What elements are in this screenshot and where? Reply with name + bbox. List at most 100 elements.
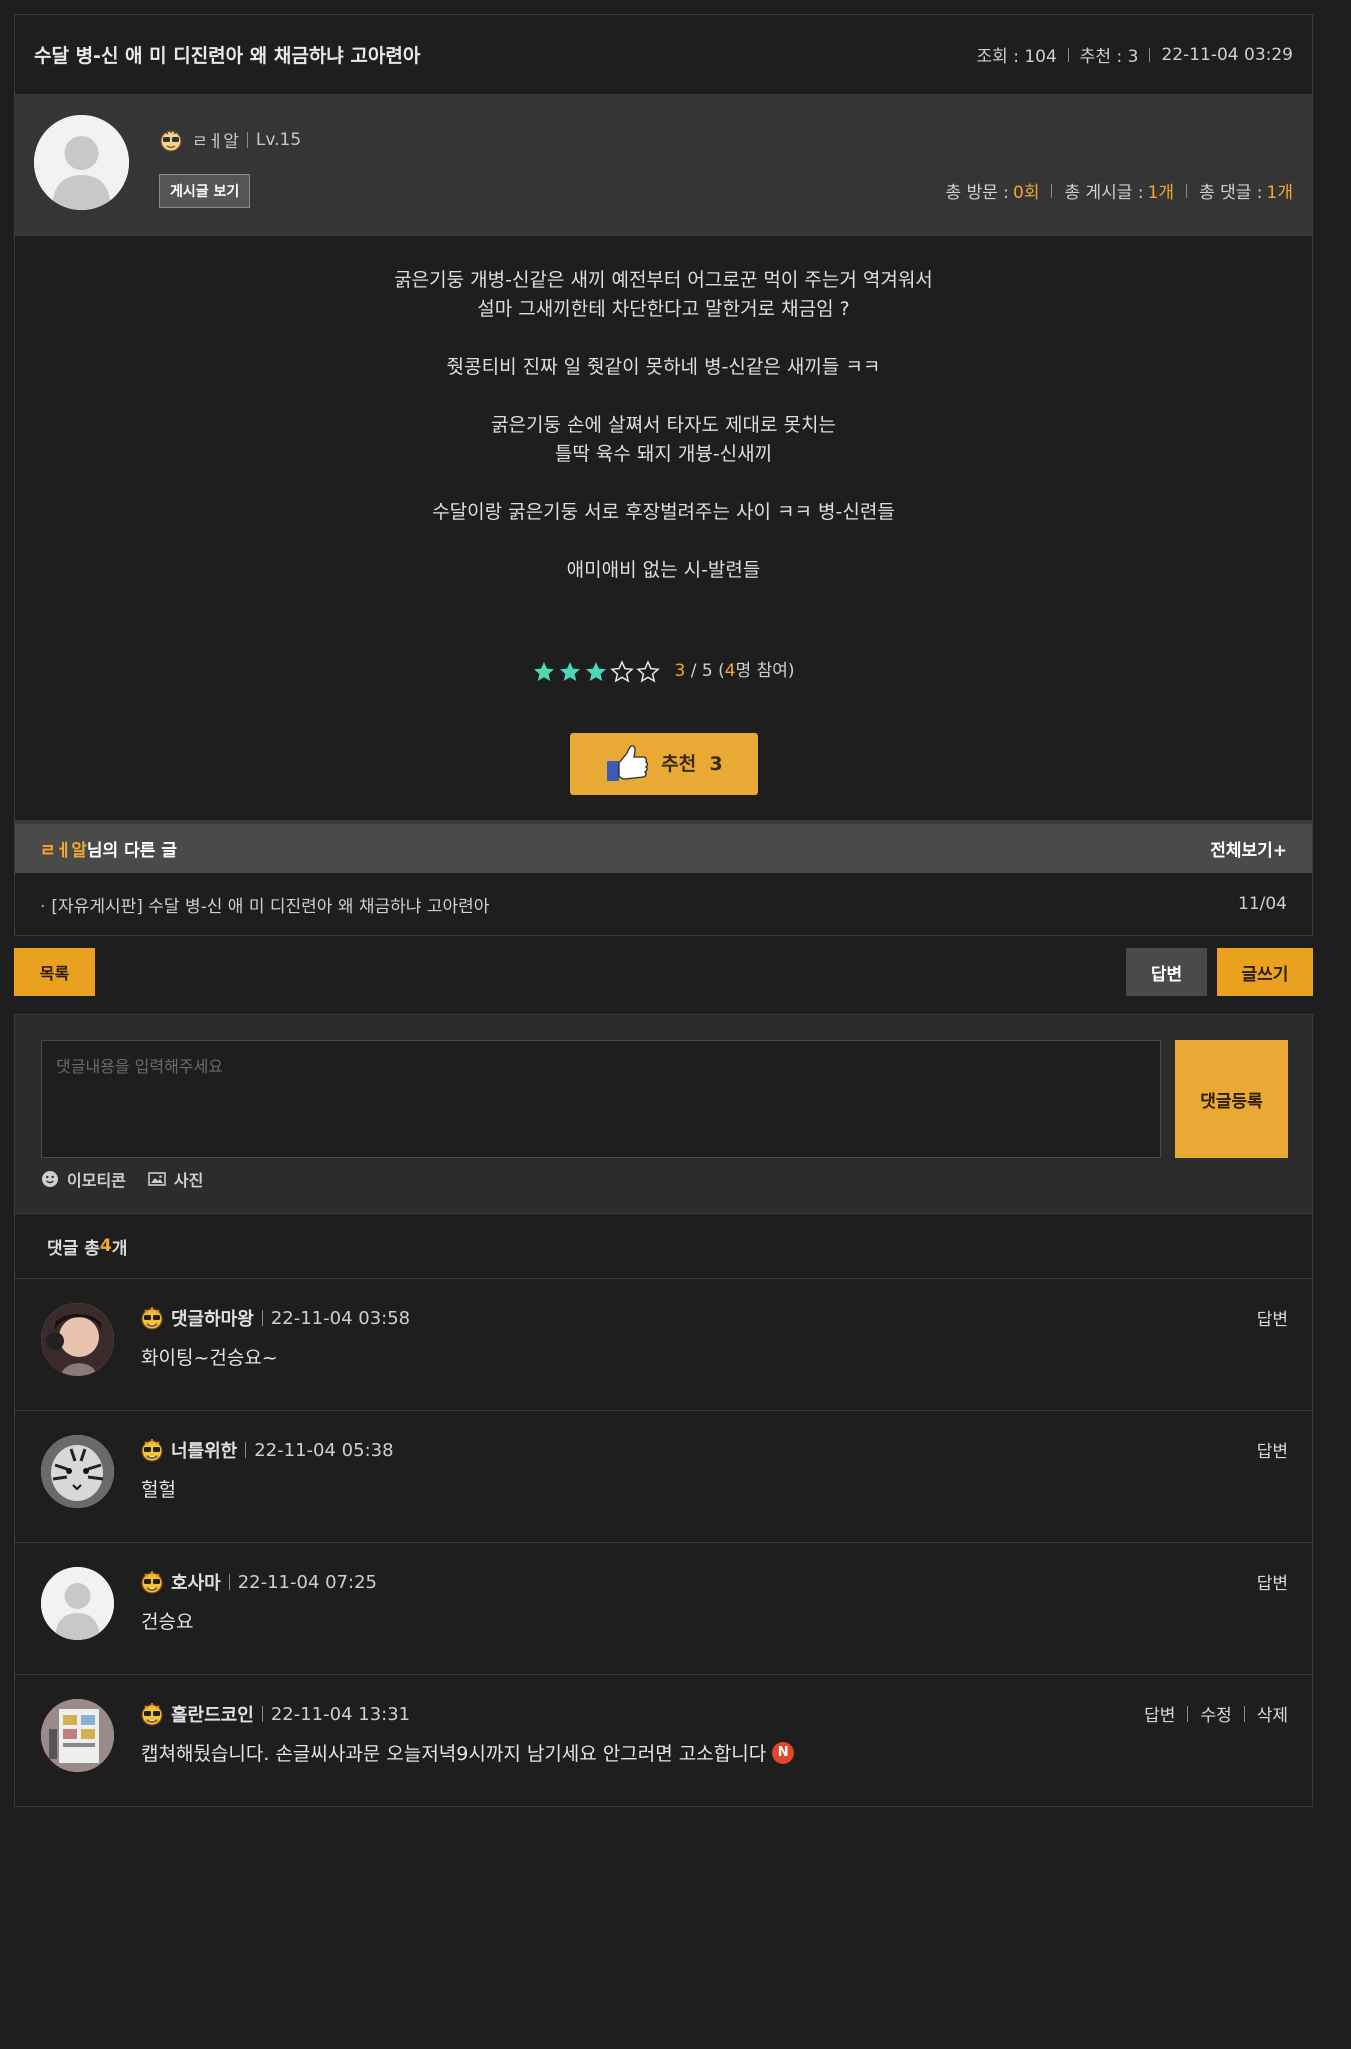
- rating: 3 / 5 (4명 참여): [15, 657, 1312, 686]
- reply-button[interactable]: 답변: [1126, 948, 1207, 996]
- comment-body: 헐헐: [141, 1479, 176, 1501]
- commenter-avatar[interactable]: [41, 1567, 114, 1640]
- recommend-label: 추천: [661, 752, 697, 775]
- star-empty-icon[interactable]: [610, 659, 635, 684]
- author-avatar[interactable]: [34, 115, 129, 210]
- comment-divider: [228, 1574, 230, 1590]
- comments-label: 총 댓글 :: [1199, 183, 1263, 203]
- star-filled-icon[interactable]: [584, 660, 608, 684]
- comment-actions: 답변: [1257, 1569, 1288, 1594]
- star-empty-icon[interactable]: [636, 659, 661, 684]
- view-all-link[interactable]: 전체보기+: [1210, 836, 1287, 861]
- write-button[interactable]: 글쓰기: [1217, 948, 1313, 996]
- post-paragraph: 굵은기둥 손에 살쪄서 타자도 제대로 못치는 틀딱 육수 돼지 개븅-신새끼: [15, 411, 1312, 469]
- level-badge-icon: [141, 1571, 163, 1594]
- recommend-count: 추천 : 3: [1079, 47, 1139, 67]
- commenter-name[interactable]: 홀란드코인: [171, 1701, 254, 1727]
- default-avatar-icon: [34, 115, 129, 210]
- comment-divider: [261, 1310, 263, 1326]
- avatar-image-icon: [41, 1435, 114, 1508]
- comment-text: 화이팅~건승요~: [141, 1343, 278, 1370]
- comments-value: 1개: [1266, 183, 1293, 203]
- new-badge-icon: N: [772, 1741, 795, 1764]
- comment-item: 댓글하마왕 22-11-04 03:58 화이팅~건승요~ 답변: [15, 1279, 1312, 1411]
- comment-action-0[interactable]: 답변: [1257, 1569, 1288, 1594]
- bullet-icon: ·: [40, 896, 46, 917]
- comment-date: 22-11-04 13:31: [270, 1703, 411, 1725]
- post-paragraph: 굵은기둥 개병-신같은 새끼 예전부터 어그로꾼 먹이 주는거 역겨워서설마 그…: [15, 266, 1312, 324]
- other-posts-title: ㄹㅔ알님의 다른 글: [40, 836, 177, 861]
- post-paragraph: 줫콩티비 진짜 일 줫같이 못하네 병-신같은 새끼들 ㅋㅋ: [15, 353, 1312, 382]
- author-stats: 총 방문 : 0회 총 게시글 : 1개 총 댓글 : 1개: [946, 178, 1293, 203]
- visits-label: 총 방문 :: [945, 183, 1010, 203]
- post-line: 수달이랑 굵은기둥 서로 후장벌려주는 사이 ㅋㅋ 병-신련들: [432, 501, 895, 523]
- comment-form: 댓글등록 이모티콘 사진: [15, 1015, 1312, 1214]
- commenter-avatar[interactable]: [41, 1435, 114, 1508]
- post-paragraph: 애미애비 없는 시-발련들: [15, 556, 1312, 585]
- comment-action-0[interactable]: 답변: [1257, 1305, 1288, 1330]
- avatar-image-icon: [41, 1699, 114, 1772]
- rating-stars[interactable]: [532, 659, 662, 684]
- post-line: 굵은기둥 개병-신같은 새끼 예전부터 어그로꾼 먹이 주는거 역겨워서: [394, 269, 933, 291]
- comment-submit-button[interactable]: 댓글등록: [1175, 1040, 1288, 1158]
- level-badge-icon: [141, 1307, 163, 1330]
- recommend-button-count: 3: [709, 752, 723, 775]
- comment-text: 캡쳐해뒀습니다. 손글씨사과문 오늘저녁9시까지 남기세요 안그러면 고소합니다…: [141, 1739, 795, 1766]
- post-line: 설마 그새끼한테 차단한다고 말한거로 채금임 ?: [477, 298, 850, 320]
- other-posts: ㄹㅔ알님의 다른 글 전체보기+ · [자유게시판] 수달 병-신 애 미 디진련…: [14, 821, 1313, 936]
- comment-action-0[interactable]: 답변: [1257, 1437, 1288, 1462]
- commenter-name[interactable]: 너를위한: [171, 1437, 237, 1463]
- post-body: 굵은기둥 개병-신같은 새끼 예전부터 어그로꾼 먹이 주는거 역겨워서설마 그…: [15, 236, 1312, 820]
- commenter-avatar[interactable]: [41, 1699, 114, 1772]
- other-posts-suffix: 님의 다른 글: [86, 841, 177, 861]
- list-button[interactable]: 목록: [14, 948, 95, 996]
- author-name[interactable]: ㄹㅔ알: [192, 127, 239, 152]
- view-posts-button[interactable]: 게시글 보기: [159, 174, 251, 208]
- other-post-title: 수달 병-신 애 미 디진련아 왜 채금하냐 고아련아: [148, 896, 490, 917]
- commenter-avatar[interactable]: [41, 1303, 114, 1376]
- post-line: 애미애비 없는 시-발련들: [566, 559, 761, 581]
- author-level: Lv.15: [255, 129, 302, 150]
- comment-action-0[interactable]: 답변: [1144, 1701, 1175, 1726]
- comment-input[interactable]: [41, 1040, 1161, 1158]
- other-post-board: [자유게시판]: [51, 896, 143, 917]
- emoticon-button[interactable]: 이모티콘: [41, 1167, 126, 1191]
- image-icon: [148, 1172, 166, 1186]
- thumbs-up-icon: [607, 745, 649, 781]
- views-count: 조회 : 104: [976, 47, 1057, 67]
- commenter-name[interactable]: 댓글하마왕: [171, 1305, 254, 1331]
- other-posts-author: ㄹㅔ알: [40, 841, 87, 861]
- comment-action-2[interactable]: 삭제: [1257, 1701, 1288, 1726]
- post-paragraph: 수달이랑 굵은기둥 서로 후장벌려주는 사이 ㅋㅋ 병-신련들: [15, 498, 1312, 527]
- comment-count-prefix: 댓글 총: [47, 1238, 100, 1259]
- comment-date: 22-11-04 05:38: [254, 1439, 394, 1461]
- star-filled-icon[interactable]: [532, 660, 556, 684]
- action-buttons: 목록 답변 글쓰기: [14, 936, 1313, 1014]
- level-badge-icon: [141, 1439, 163, 1462]
- comment-text: 헐헐: [141, 1475, 176, 1502]
- author-panel: ㄹㅔ알 Lv.15 게시글 보기 총 방문 : 0회 총 게시글 : 1개 총 …: [15, 95, 1312, 236]
- comment-actions: 답변: [1257, 1305, 1288, 1330]
- post-line: 줫콩티비 진짜 일 줫같이 못하네 병-신같은 새끼들 ㅋㅋ: [446, 356, 881, 378]
- rating-text: 3 / 5 (4명 참여): [674, 657, 794, 686]
- commenter-name[interactable]: 호사마: [171, 1569, 221, 1595]
- star-filled-icon[interactable]: [558, 660, 582, 684]
- comment-item: 너를위한 22-11-04 05:38 헐헐 답변: [15, 1411, 1312, 1543]
- rating-participants-suffix: 명 참여): [735, 661, 795, 681]
- emoticon-label: 이모티콘: [67, 1171, 126, 1190]
- comment-action-1[interactable]: 수정: [1200, 1701, 1231, 1726]
- comment-date: 22-11-04 03:58: [270, 1307, 411, 1329]
- recommend-button[interactable]: 추천 3: [570, 733, 758, 795]
- post-line: 틀딱 육수 돼지 개븅-신새끼: [554, 443, 773, 465]
- photo-button[interactable]: 사진: [148, 1167, 203, 1191]
- rating-score: 3: [674, 661, 686, 681]
- comment-text: 건승요: [141, 1607, 193, 1634]
- comment-tools: 이모티콘 사진: [41, 1167, 225, 1191]
- comment-list: 댓글하마왕 22-11-04 03:58 화이팅~건승요~ 답변 너를위한 22-11-0…: [15, 1279, 1312, 1806]
- comment-date: 22-11-04 07:25: [237, 1571, 377, 1593]
- other-post-item[interactable]: · [자유게시판] 수달 병-신 애 미 디진련아 왜 채금하냐 고아련아 11/…: [15, 873, 1312, 935]
- post-meta: 조회 : 104 추천 : 3 22-11-04 03:29: [976, 42, 1293, 68]
- comment-header: 홀란드코인 22-11-04 13:31: [140, 1701, 410, 1727]
- comment-body: 건승요: [141, 1611, 194, 1633]
- other-post-link[interactable]: · [자유게시판] 수달 병-신 애 미 디진련아 왜 채금하냐 고아련아: [40, 892, 489, 917]
